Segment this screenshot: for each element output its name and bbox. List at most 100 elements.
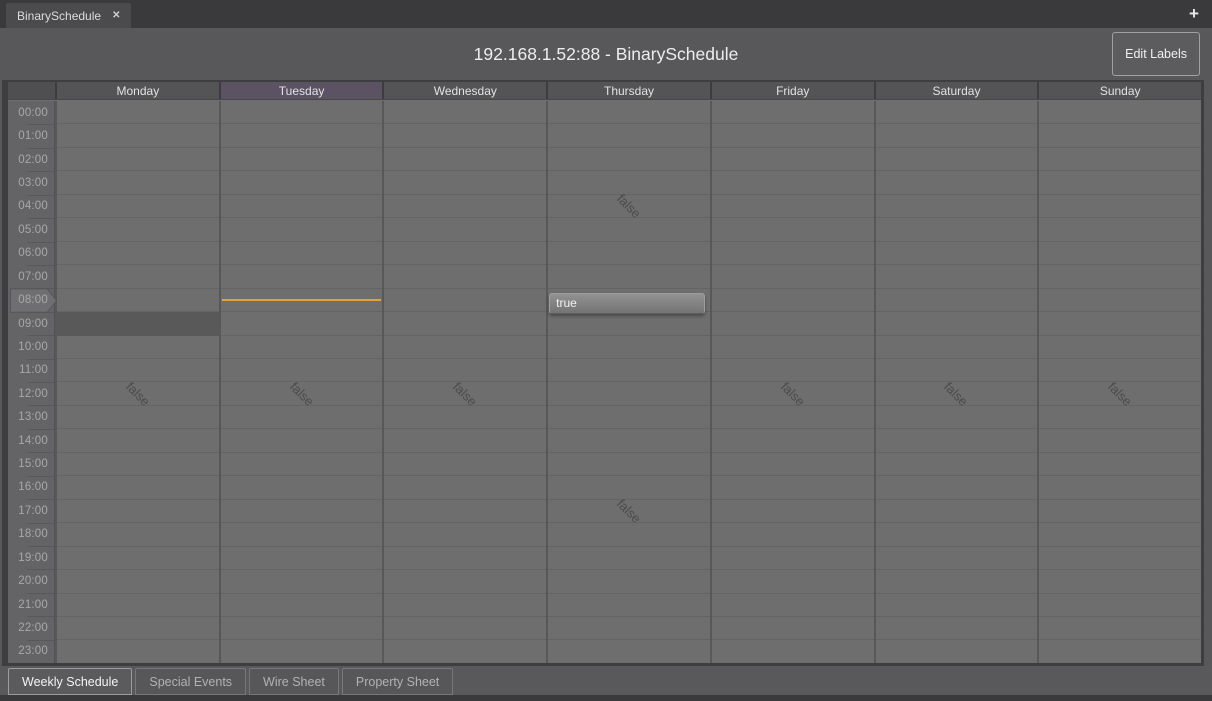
tab-binaryschedule[interactable]: BinarySchedule ✕ [6, 3, 131, 28]
schedule-cell-thursday-1100[interactable] [548, 358, 710, 381]
schedule-cell-sunday-1800[interactable] [1039, 522, 1201, 545]
schedule-cell-saturday-1600[interactable] [876, 475, 1038, 498]
schedule-cell-friday-2200[interactable] [712, 616, 874, 639]
schedule-cell-monday-2000[interactable] [57, 569, 219, 592]
day-header-friday[interactable]: Friday [710, 82, 874, 99]
schedule-cell-thursday-0000[interactable] [548, 101, 710, 123]
schedule-cell-sunday-0300[interactable] [1039, 170, 1201, 193]
schedule-cell-monday-0400[interactable] [57, 194, 219, 217]
schedule-cell-monday-1300[interactable] [57, 405, 219, 428]
schedule-cell-wednesday-0400[interactable] [384, 194, 546, 217]
schedule-cell-tuesday-0900[interactable] [221, 311, 383, 334]
schedule-cell-sunday-0500[interactable] [1039, 217, 1201, 240]
schedule-cell-friday-0100[interactable] [712, 123, 874, 146]
close-icon[interactable]: ✕ [112, 10, 120, 21]
schedule-cell-wednesday-0000[interactable] [384, 101, 546, 123]
schedule-cell-tuesday-1200[interactable] [221, 381, 383, 404]
schedule-cell-tuesday-2300[interactable] [221, 639, 383, 662]
schedule-cell-tuesday-0300[interactable] [221, 170, 383, 193]
schedule-cell-wednesday-0800[interactable] [384, 288, 546, 311]
day-column-monday[interactable]: false [55, 101, 219, 663]
schedule-cell-friday-1700[interactable] [712, 499, 874, 522]
schedule-cell-tuesday-0100[interactable] [221, 123, 383, 146]
schedule-cell-monday-2100[interactable] [57, 593, 219, 616]
schedule-cell-monday-1900[interactable] [57, 546, 219, 569]
schedule-cell-monday-1200[interactable] [57, 381, 219, 404]
schedule-cell-wednesday-2000[interactable] [384, 569, 546, 592]
schedule-cell-sunday-1700[interactable] [1039, 499, 1201, 522]
schedule-cell-monday-0200[interactable] [57, 147, 219, 170]
schedule-cell-wednesday-1300[interactable] [384, 405, 546, 428]
schedule-cell-sunday-0600[interactable] [1039, 241, 1201, 264]
day-column-friday[interactable]: false [710, 101, 874, 663]
schedule-cell-sunday-2000[interactable] [1039, 569, 1201, 592]
day-header-sunday[interactable]: Sunday [1037, 82, 1201, 99]
schedule-cell-monday-2300[interactable] [57, 639, 219, 662]
schedule-cell-tuesday-0600[interactable] [221, 241, 383, 264]
schedule-cell-wednesday-1500[interactable] [384, 452, 546, 475]
schedule-cell-sunday-0000[interactable] [1039, 101, 1201, 123]
day-column-sunday[interactable]: false [1037, 101, 1201, 663]
schedule-cell-friday-0500[interactable] [712, 217, 874, 240]
schedule-cell-thursday-0900[interactable] [548, 311, 710, 334]
schedule-cell-saturday-1300[interactable] [876, 405, 1038, 428]
view-tab-special-events[interactable]: Special Events [135, 668, 246, 695]
schedule-cell-wednesday-1400[interactable] [384, 428, 546, 451]
schedule-cell-monday-0600[interactable] [57, 241, 219, 264]
schedule-cell-thursday-0200[interactable] [548, 147, 710, 170]
schedule-cell-tuesday-2200[interactable] [221, 616, 383, 639]
schedule-cell-saturday-1400[interactable] [876, 428, 1038, 451]
schedule-cell-wednesday-1900[interactable] [384, 546, 546, 569]
schedule-cell-monday-0800[interactable] [57, 288, 219, 311]
schedule-cell-sunday-2300[interactable] [1039, 639, 1201, 662]
schedule-cell-sunday-0900[interactable] [1039, 311, 1201, 334]
schedule-cell-wednesday-1700[interactable] [384, 499, 546, 522]
schedule-cell-saturday-0300[interactable] [876, 170, 1038, 193]
schedule-cell-tuesday-1100[interactable] [221, 358, 383, 381]
schedule-cell-thursday-1200[interactable] [548, 381, 710, 404]
schedule-cell-thursday-0300[interactable] [548, 170, 710, 193]
schedule-cell-monday-0700[interactable] [57, 264, 219, 287]
schedule-cell-thursday-0100[interactable] [548, 123, 710, 146]
schedule-cell-monday-0300[interactable] [57, 170, 219, 193]
schedule-cell-saturday-0600[interactable] [876, 241, 1038, 264]
schedule-cell-thursday-1800[interactable] [548, 522, 710, 545]
schedule-cell-friday-1100[interactable] [712, 358, 874, 381]
day-header-saturday[interactable]: Saturday [874, 82, 1038, 99]
schedule-cell-tuesday-0500[interactable] [221, 217, 383, 240]
schedule-cell-friday-0200[interactable] [712, 147, 874, 170]
schedule-cell-saturday-1900[interactable] [876, 546, 1038, 569]
schedule-cell-sunday-1500[interactable] [1039, 452, 1201, 475]
schedule-cell-thursday-1600[interactable] [548, 475, 710, 498]
schedule-cell-friday-1500[interactable] [712, 452, 874, 475]
schedule-cell-saturday-2200[interactable] [876, 616, 1038, 639]
schedule-cell-tuesday-0400[interactable] [221, 194, 383, 217]
schedule-cell-wednesday-1000[interactable] [384, 335, 546, 358]
schedule-cell-thursday-0700[interactable] [548, 264, 710, 287]
edit-labels-button[interactable]: Edit Labels [1112, 32, 1200, 76]
schedule-cell-monday-0500[interactable] [57, 217, 219, 240]
day-header-monday[interactable]: Monday [55, 82, 219, 99]
schedule-cell-saturday-0800[interactable] [876, 288, 1038, 311]
schedule-cell-sunday-2100[interactable] [1039, 593, 1201, 616]
schedule-cell-friday-1600[interactable] [712, 475, 874, 498]
schedule-cell-wednesday-0600[interactable] [384, 241, 546, 264]
schedule-cell-thursday-1900[interactable] [548, 546, 710, 569]
schedule-cell-wednesday-0900[interactable] [384, 311, 546, 334]
schedule-cell-thursday-0400[interactable] [548, 194, 710, 217]
schedule-cell-saturday-1200[interactable] [876, 381, 1038, 404]
schedule-cell-friday-1200[interactable] [712, 381, 874, 404]
schedule-cell-sunday-1400[interactable] [1039, 428, 1201, 451]
day-header-wednesday[interactable]: Wednesday [382, 82, 546, 99]
schedule-cell-saturday-2300[interactable] [876, 639, 1038, 662]
schedule-cell-tuesday-1000[interactable] [221, 335, 383, 358]
schedule-cell-sunday-0200[interactable] [1039, 147, 1201, 170]
schedule-cell-monday-1800[interactable] [57, 522, 219, 545]
view-tab-weekly-schedule[interactable]: Weekly Schedule [8, 668, 132, 695]
day-header-tuesday[interactable]: Tuesday [219, 82, 383, 99]
schedule-cell-wednesday-0200[interactable] [384, 147, 546, 170]
schedule-cell-tuesday-1600[interactable] [221, 475, 383, 498]
schedule-cell-saturday-2000[interactable] [876, 569, 1038, 592]
schedule-cell-tuesday-2000[interactable] [221, 569, 383, 592]
schedule-cell-thursday-1300[interactable] [548, 405, 710, 428]
